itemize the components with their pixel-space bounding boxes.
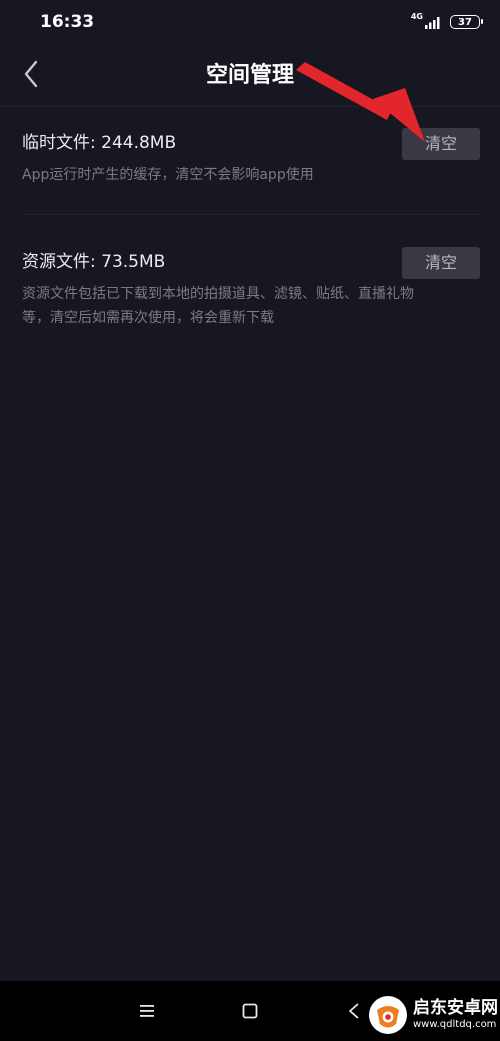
signal-icon <box>425 17 440 29</box>
battery-icon: 37 <box>450 15 483 29</box>
back-triangle-icon <box>349 1003 359 1019</box>
watermark-url: www.qdltdq.com <box>413 1019 497 1030</box>
status-time: 16:33 <box>40 12 95 32</box>
status-bar: 16:33 4G 37 <box>0 0 500 46</box>
watermark: 启东安卓网 www.qdltdq.com <box>360 988 500 1041</box>
clear-resource-files-button[interactable]: 清空 <box>402 247 480 279</box>
watermark-logo-icon <box>369 995 407 1034</box>
network-type-label: 4G <box>410 11 423 21</box>
page-title: 空间管理 <box>205 63 294 88</box>
section-divider <box>22 214 480 215</box>
resource-files-description: 资源文件包括已下载到本地的拍摄道具、滤镜、贴纸、直播礼物 等，清空后如需再次使用… <box>22 282 480 330</box>
temp-files-description: App运行时产生的缓存，清空不会影响app使用 <box>22 163 480 187</box>
page-header: 空间管理 <box>0 46 500 106</box>
temp-files-section: 临时文件: 244.8MB App运行时产生的缓存，清空不会影响app使用 清空 <box>22 128 480 187</box>
resource-files-description-line: 等，清空后如需再次使用，将会重新下载 <box>22 310 274 326</box>
watermark-name: 启东安卓网 <box>413 998 498 1018</box>
menu-icon <box>140 1005 154 1017</box>
temp-files-description-line: App运行时产生的缓存，清空不会影响app使用 <box>22 167 314 183</box>
resource-files-section: 资源文件: 73.5MB 资源文件包括已下载到本地的拍摄道具、滤镜、贴纸、直播礼… <box>22 247 480 330</box>
battery-level: 37 <box>458 16 472 28</box>
home-button[interactable] <box>238 999 262 1023</box>
home-square-icon <box>242 1003 258 1019</box>
clear-temp-files-button[interactable]: 清空 <box>402 128 480 160</box>
status-indicators: 4G 37 <box>410 11 483 32</box>
header-divider <box>0 106 500 107</box>
resource-files-description-line: 资源文件包括已下载到本地的拍摄道具、滤镜、贴纸、直播礼物 <box>22 286 414 302</box>
watermark-text: 启东安卓网 www.qdltdq.com <box>413 998 498 1031</box>
menu-button[interactable] <box>135 999 159 1023</box>
